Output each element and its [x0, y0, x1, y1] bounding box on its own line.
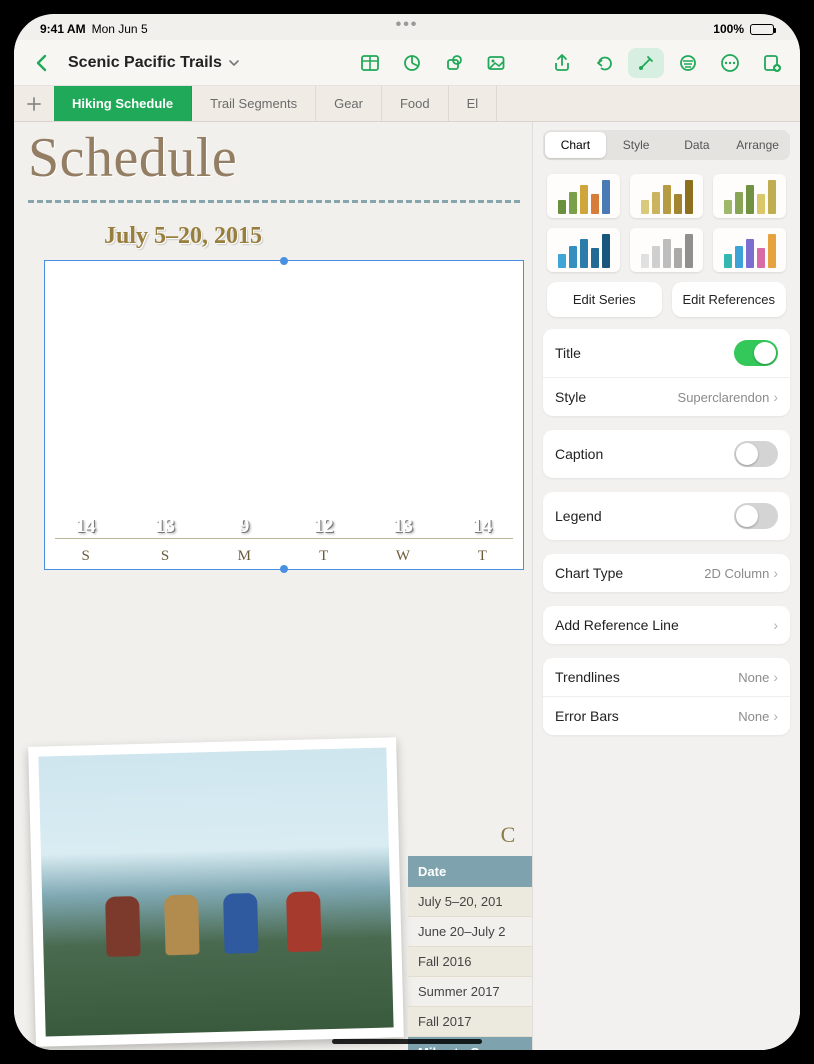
chart-style-thumb[interactable]	[713, 174, 786, 218]
sheet-tabs: Hiking ScheduleTrail SegmentsGearFoodEl	[14, 86, 800, 122]
chart-type-row[interactable]: Chart Type 2D Column ›	[543, 554, 790, 592]
panel-tabs: ChartStyleDataArrange	[543, 130, 790, 160]
edit-references-button[interactable]: Edit References	[672, 282, 787, 317]
status-date: Mon Jun 5	[92, 22, 148, 36]
row-label: Chart Type	[555, 565, 623, 581]
format-panel: ChartStyleDataArrange	[532, 122, 800, 1050]
share-button[interactable]	[544, 48, 580, 78]
x-tick-label: M	[214, 548, 275, 565]
chart-style-thumb[interactable]	[713, 228, 786, 272]
add-reference-line-row[interactable]: Add Reference Line ›	[543, 606, 790, 644]
chart-object[interactable]: 14 13 9 12 13 14 S S M T W T	[44, 260, 524, 570]
bar-value-label: 13	[393, 515, 413, 538]
row-label: Error Bars	[555, 708, 619, 724]
format-button[interactable]	[628, 48, 664, 78]
chart-title[interactable]: July 5–20, 2015	[104, 223, 524, 250]
sheet-tab[interactable]: El	[449, 86, 498, 121]
more-button[interactable]	[712, 48, 748, 78]
insert-chart-button[interactable]	[394, 48, 430, 78]
bar-value-label: 9	[239, 515, 249, 538]
row-value-text: None	[738, 670, 769, 685]
toggle-switch[interactable]	[734, 503, 778, 529]
photo-image	[38, 747, 393, 1036]
legend-toggle-row[interactable]: Legend	[543, 492, 790, 540]
document-canvas[interactable]: Schedule July 5–20, 2015 14 13 9 12 13 14 S S M…	[14, 122, 534, 1050]
x-tick-label: T	[452, 548, 513, 565]
chart-style-thumb[interactable]	[547, 228, 620, 272]
selection-handle[interactable]	[280, 565, 288, 573]
status-time: 9:41 AM	[40, 22, 86, 36]
chart-style-thumb[interactable]	[630, 174, 703, 218]
bar-value-label: 14	[472, 515, 492, 538]
panel-tab[interactable]: Style	[606, 132, 667, 158]
selection-handle[interactable]	[280, 257, 288, 265]
app-toolbar: Scenic Pacific Trails	[14, 40, 800, 86]
sheet-tab[interactable]: Hiking Schedule	[54, 86, 192, 121]
sheet-tab[interactable]: Trail Segments	[192, 86, 316, 121]
chevron-right-icon: ›	[773, 617, 778, 633]
status-bar: 9:41 AM Mon Jun 5 ••• 100%	[14, 14, 800, 40]
toggle-switch[interactable]	[734, 340, 778, 366]
back-button[interactable]	[24, 48, 60, 78]
add-sheet-button[interactable]	[14, 86, 54, 121]
page-heading: Schedule	[14, 122, 534, 196]
toggle-switch[interactable]	[734, 441, 778, 467]
row-label: Style	[555, 389, 586, 405]
battery-icon	[750, 24, 774, 35]
insert-media-button[interactable]	[478, 48, 514, 78]
chart-style-grid	[533, 168, 800, 282]
multitask-indicator-icon[interactable]: •••	[396, 16, 419, 34]
row-label: Title	[555, 345, 581, 361]
chevron-right-icon: ›	[773, 565, 778, 581]
row-value-text: Superclarendon	[678, 390, 770, 405]
title-toggle-row[interactable]: Title	[543, 329, 790, 378]
chevron-down-icon	[228, 57, 240, 69]
panel-tab[interactable]: Chart	[545, 132, 606, 158]
insert-shape-button[interactable]	[436, 48, 472, 78]
row-label: Trendlines	[555, 669, 620, 685]
chevron-right-icon: ›	[773, 708, 778, 724]
x-tick-label: S	[134, 548, 195, 565]
bar-value-label: 13	[155, 515, 175, 538]
photo-object[interactable]	[28, 737, 404, 1047]
row-value-text: 2D Column	[704, 566, 769, 581]
row-value-text: None	[738, 709, 769, 724]
organize-button[interactable]	[670, 48, 706, 78]
error-bars-row[interactable]: Error Bars None ›	[543, 697, 790, 735]
chevron-right-icon: ›	[773, 389, 778, 405]
battery-percent: 100%	[713, 22, 744, 36]
x-axis-line	[55, 538, 513, 539]
row-label: Add Reference Line	[555, 617, 679, 633]
x-tick-label: W	[372, 548, 433, 565]
chart-style-thumb[interactable]	[630, 228, 703, 272]
bar-value-label: 12	[314, 515, 334, 538]
bar-value-label: 14	[76, 515, 96, 538]
trendlines-row[interactable]: Trendlines None ›	[543, 658, 790, 697]
insert-table-button[interactable]	[352, 48, 388, 78]
caption-toggle-row[interactable]: Caption	[543, 430, 790, 478]
style-row[interactable]: Style Superclarendon›	[543, 378, 790, 416]
sheet-tab[interactable]: Food	[382, 86, 449, 121]
divider	[28, 200, 520, 203]
home-indicator[interactable]	[332, 1039, 482, 1044]
panel-tab[interactable]: Arrange	[727, 132, 788, 158]
document-title[interactable]: Scenic Pacific Trails	[68, 54, 240, 72]
chart-style-thumb[interactable]	[547, 174, 620, 218]
x-tick-label: S	[55, 548, 116, 565]
sheet-tab[interactable]: Gear	[316, 86, 382, 121]
new-sheet-button[interactable]	[754, 48, 790, 78]
x-tick-label: T	[293, 548, 354, 565]
edit-series-button[interactable]: Edit Series	[547, 282, 662, 317]
document-title-text: Scenic Pacific Trails	[68, 54, 222, 72]
chevron-right-icon: ›	[773, 669, 778, 685]
row-label: Legend	[555, 508, 602, 524]
row-label: Caption	[555, 446, 603, 462]
undo-button[interactable]	[586, 48, 622, 78]
panel-tab[interactable]: Data	[667, 132, 728, 158]
